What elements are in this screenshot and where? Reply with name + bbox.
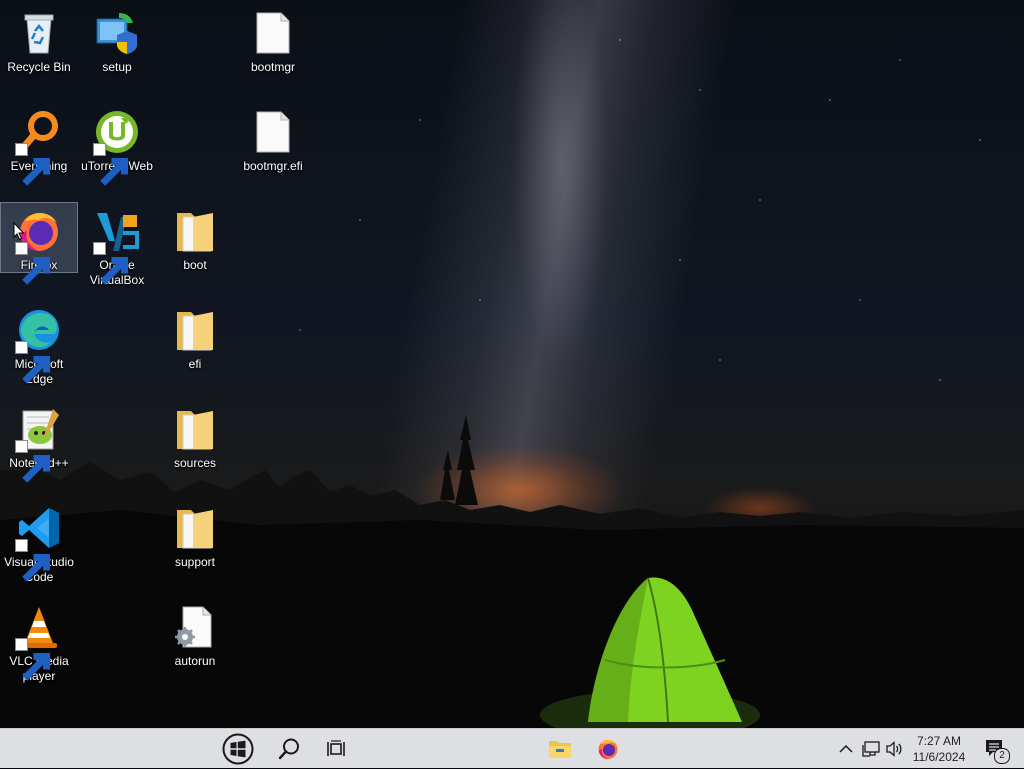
shortcut-arrow-icon	[15, 242, 51, 285]
folder-icon	[171, 405, 219, 453]
desktop-icon-setup[interactable]: setup	[79, 5, 155, 75]
network-ethernet-icon	[862, 741, 880, 757]
desktop-icon-folder-efi[interactable]: efi	[157, 302, 233, 372]
recycle-bin-icon	[15, 9, 63, 57]
network-status-button[interactable]	[860, 729, 882, 769]
desktop-icon-everything[interactable]: Everything	[1, 104, 77, 186]
desktop-icon-utorrent-web[interactable]: uTorrent Web	[79, 104, 155, 186]
firefox-icon	[598, 740, 618, 759]
search-icon	[278, 738, 299, 760]
desktop-icon-file-bootmgr[interactable]: bootmgr	[235, 5, 311, 75]
desktop-icon-microsoft-edge[interactable]: Microsoft Edge	[1, 302, 77, 387]
volume-button[interactable]	[884, 729, 906, 769]
clock-time: 7:27 AM	[916, 734, 962, 748]
windows-logo-icon	[222, 733, 254, 765]
search-button[interactable]	[269, 729, 309, 769]
edge-icon	[15, 306, 63, 384]
task-view-icon	[327, 740, 345, 756]
clock-date: 11/6/2024	[912, 750, 966, 764]
shortcut-arrow-icon	[15, 143, 51, 186]
desktop-icon-folder-support[interactable]: support	[157, 500, 233, 570]
desktop-icon-file-bootmgr-efi[interactable]: bootmgr.efi	[235, 104, 311, 174]
shortcut-arrow-icon	[93, 242, 129, 285]
desktop-icon-oracle-virtualbox[interactable]: Oracle VirtualBox	[79, 203, 155, 288]
desktop-icon-autorun[interactable]: autorun	[157, 599, 233, 669]
chevron-up-icon	[839, 744, 853, 753]
taskbar: 7:27 AM 11/6/2024 2	[0, 728, 1024, 768]
virtualbox-icon	[93, 207, 141, 285]
folder-icon	[171, 504, 219, 552]
shortcut-arrow-icon	[15, 440, 51, 483]
shortcut-arrow-icon	[93, 143, 129, 186]
desktop-icon-folder-boot[interactable]: boot	[157, 203, 233, 273]
show-hidden-icons-button[interactable]	[836, 729, 856, 769]
taskbar-firefox[interactable]	[588, 729, 628, 769]
blank-file-icon	[249, 9, 297, 57]
desktop-icon-recycle-bin[interactable]: Recycle Bin	[1, 5, 77, 75]
shortcut-arrow-icon	[15, 638, 51, 681]
settings-file-icon	[171, 603, 219, 651]
blank-file-icon	[249, 108, 297, 156]
clock[interactable]: 7:27 AM 11/6/2024	[908, 729, 970, 769]
utorrent-icon	[93, 108, 141, 186]
folder-icon	[171, 306, 219, 354]
desktop-icon-visual-studio-code[interactable]: Visual Studio Code	[1, 500, 77, 585]
speaker-volume-icon	[886, 741, 902, 757]
setup-installer-icon	[93, 9, 141, 57]
start-button[interactable]	[218, 729, 258, 769]
notepad-plus-plus-icon	[15, 405, 63, 483]
taskbar-file-explorer[interactable]	[540, 729, 580, 769]
desktop-icon-notepad-plus-plus[interactable]: Notepad++	[1, 401, 77, 483]
file-explorer-icon	[549, 741, 571, 758]
vscode-icon	[15, 504, 63, 582]
notification-count-badge: 2	[994, 748, 1010, 764]
shortcut-arrow-icon	[15, 539, 51, 582]
action-center-button[interactable]: 2	[978, 729, 1012, 769]
everything-search-icon	[15, 108, 63, 186]
shortcut-arrow-icon	[15, 341, 51, 384]
vlc-cone-icon	[15, 603, 63, 681]
desktop-icon-vlc[interactable]: VLC media player	[1, 599, 77, 684]
desktop-icon-folder-sources[interactable]: sources	[157, 401, 233, 471]
desktop[interactable]: Recycle Bin Everything Firefox Microsoft…	[0, 0, 1024, 728]
mouse-pointer-icon	[13, 222, 25, 241]
folder-icon	[171, 207, 219, 255]
task-view-button[interactable]	[317, 729, 357, 769]
